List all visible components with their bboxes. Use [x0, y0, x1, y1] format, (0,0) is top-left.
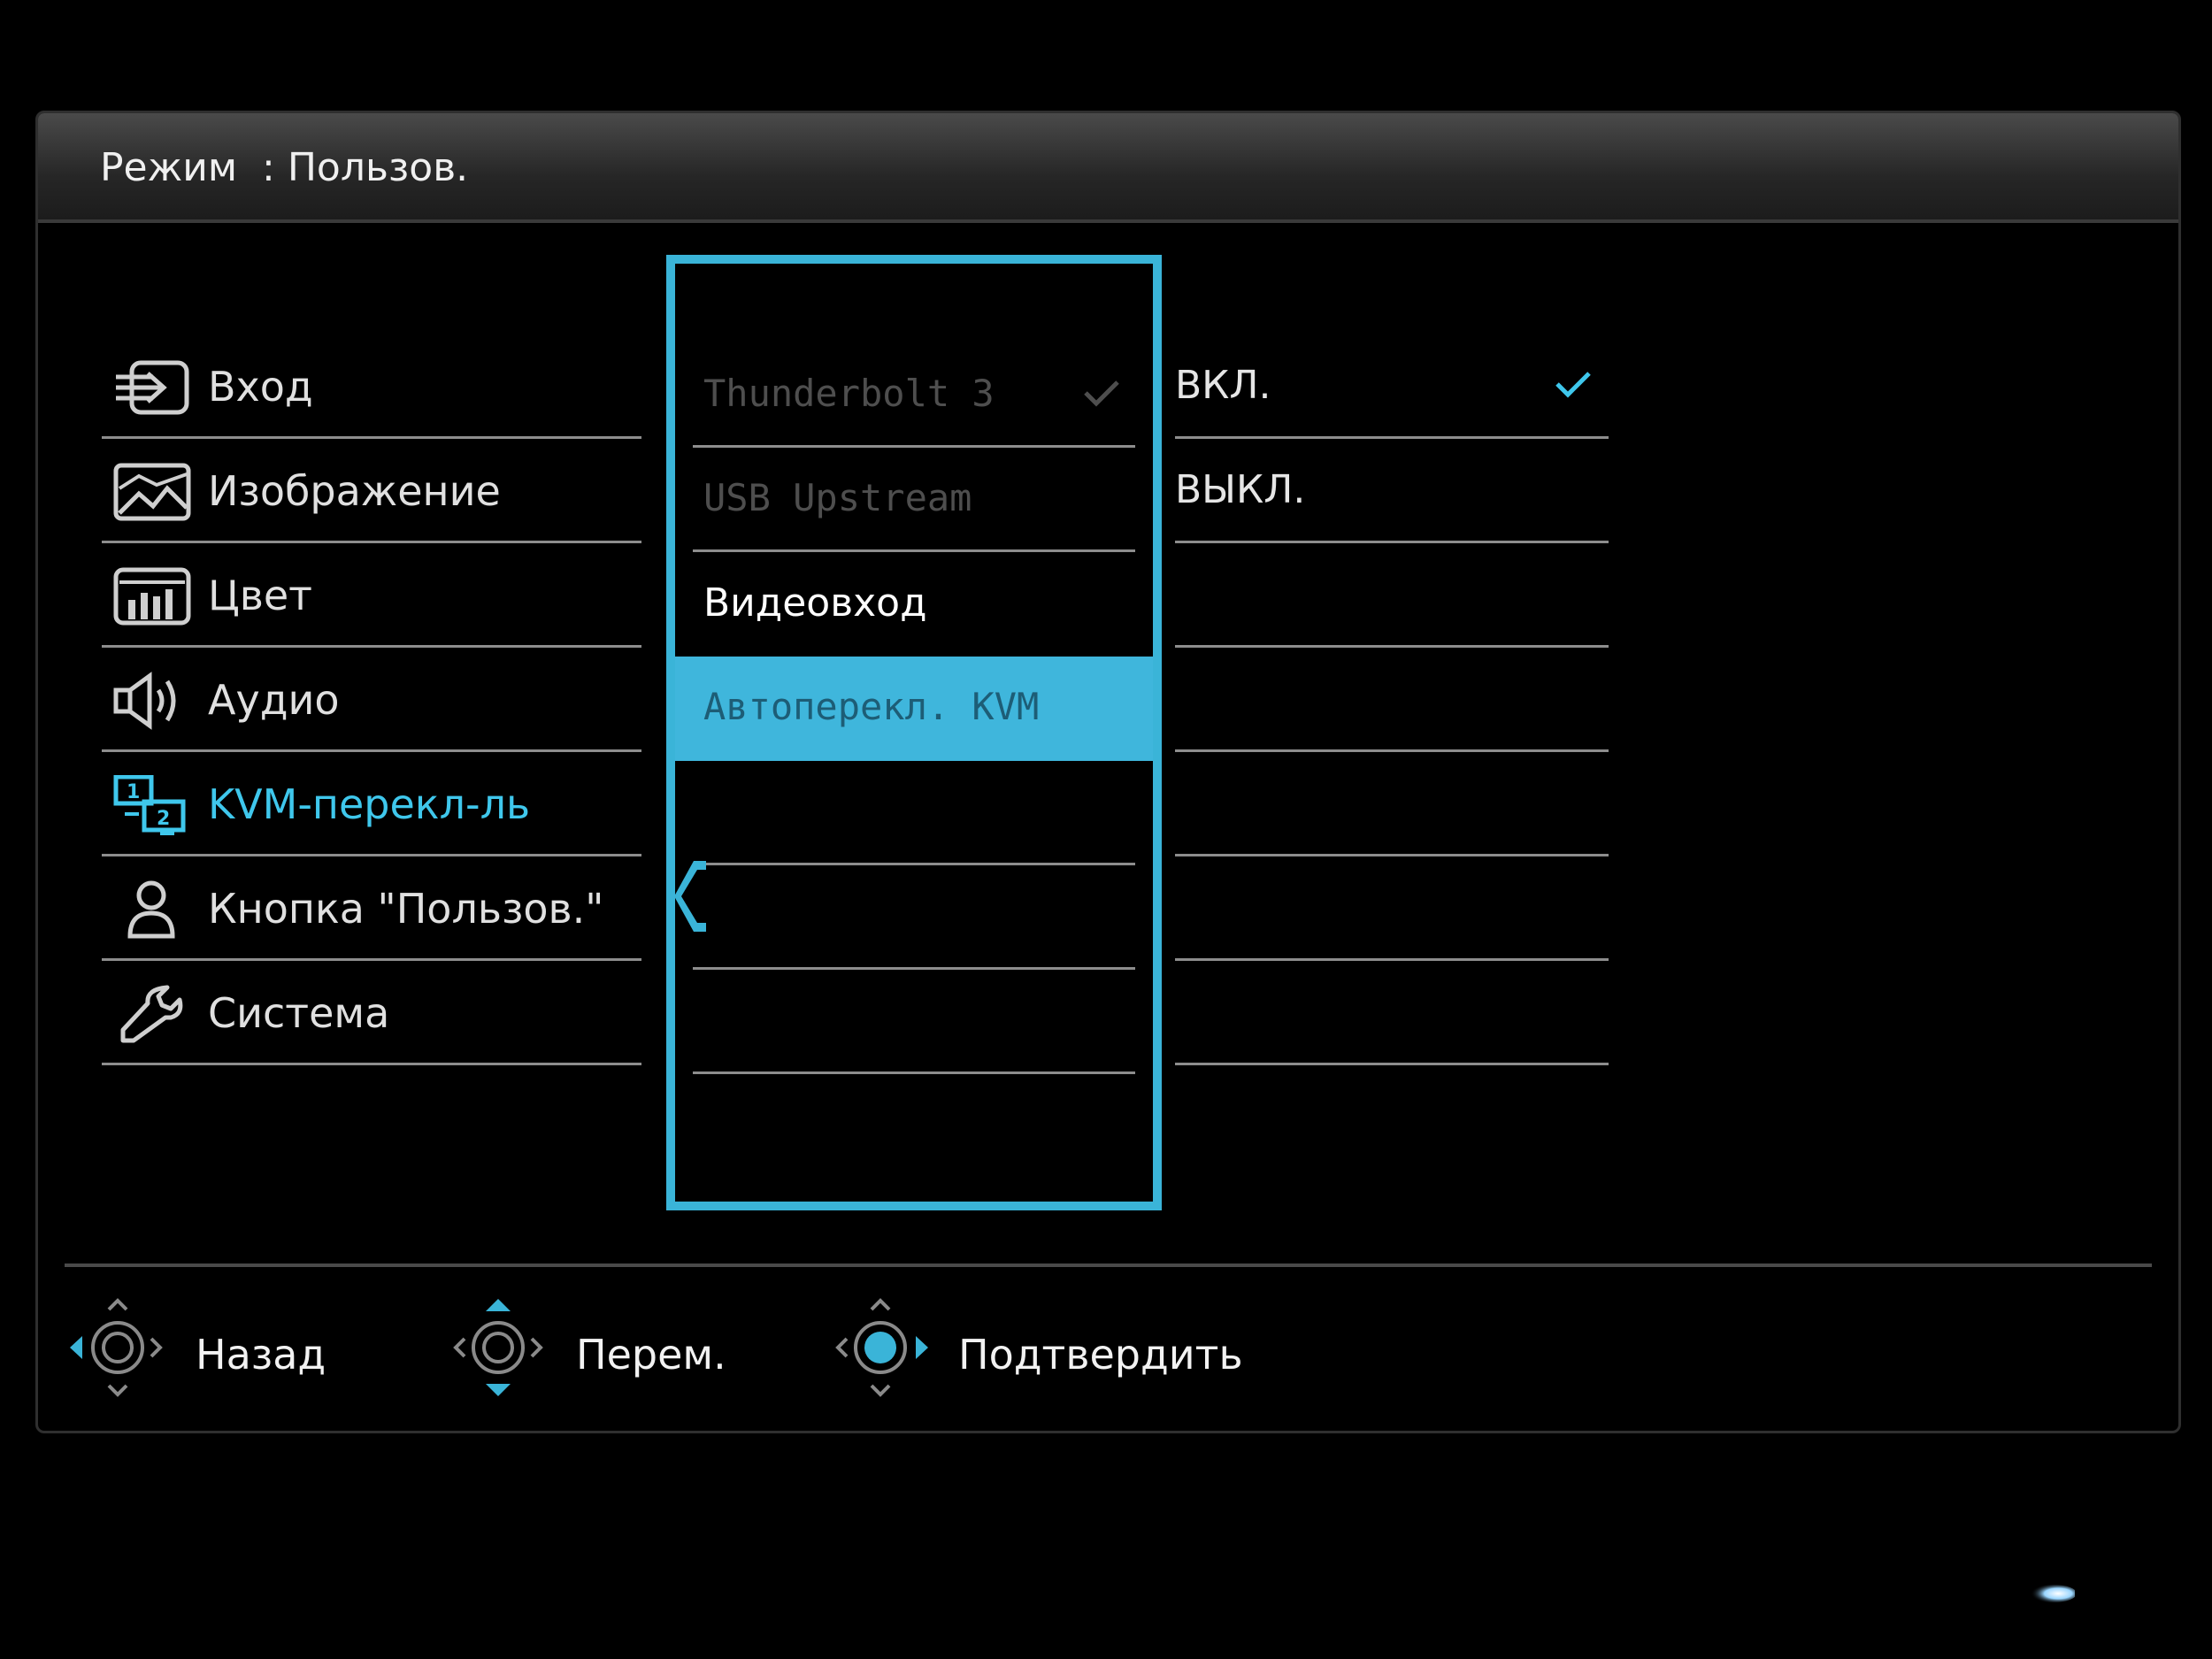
- options-list: ВКЛ. ВЫКЛ.: [1175, 334, 1609, 1065]
- submenu-item-video-input[interactable]: Видеовход: [693, 552, 1135, 657]
- menu-item-input[interactable]: Вход: [102, 334, 641, 439]
- svg-text:1: 1: [127, 781, 140, 803]
- menu-item-kvm-switch[interactable]: 1 2 KVM-перекл-ль: [102, 752, 641, 856]
- menu-item-label: Вход: [208, 363, 313, 411]
- submenu-list: Thunderbolt 3 USB Upstream Видеовход Авт…: [675, 343, 1153, 1074]
- option-empty: [1175, 856, 1609, 961]
- submenu-item-auto-kvm[interactable]: Автоперекл. KVM: [675, 657, 1153, 761]
- osd-menu: Режим : Пользов. Вход Изображение Цвет А…: [35, 111, 2181, 1433]
- mode-label: Режим: [100, 145, 238, 190]
- joystick-left-icon: [70, 1298, 163, 1397]
- menu-item-label: Система: [208, 989, 390, 1037]
- speaker-icon: [113, 672, 176, 730]
- user-icon: [127, 880, 175, 939]
- menu-item-picture[interactable]: Изображение: [102, 439, 641, 543]
- menu-item-system[interactable]: Система: [102, 961, 641, 1065]
- input-icon: [116, 360, 189, 415]
- mode-title: Режим : Пользов.: [100, 145, 468, 190]
- submenu-item-empty: [693, 761, 1135, 865]
- mode-separator: :: [262, 145, 275, 190]
- check-icon: [1555, 372, 1591, 398]
- mode-value: Пользов.: [287, 145, 469, 190]
- confirm-label: Подтвердить: [958, 1331, 1243, 1379]
- footer-divider: [65, 1263, 2152, 1267]
- color-icon: [113, 567, 191, 626]
- main-menu: Вход Изображение Цвет Аудио 1 2 KVM-пере…: [102, 334, 641, 1065]
- power-led-icon: [2031, 1585, 2075, 1602]
- option-label: ВЫКЛ.: [1175, 467, 1306, 512]
- submenu-item-label: Видеовход: [703, 580, 927, 626]
- option-empty: [1175, 961, 1609, 1065]
- menu-item-label: Аудио: [208, 676, 340, 724]
- back-label: Назад: [196, 1331, 326, 1379]
- menu-item-color[interactable]: Цвет: [102, 543, 641, 648]
- svg-text:2: 2: [157, 808, 170, 830]
- move-label: Перем.: [576, 1331, 726, 1379]
- menu-item-label: KVM-перекл-ль: [208, 780, 531, 828]
- joystick-press-icon: [835, 1298, 928, 1397]
- submenu-item-empty: [693, 865, 1135, 970]
- menu-item-label: Цвет: [208, 572, 312, 619]
- submenu-item-label: Thunderbolt 3: [703, 372, 995, 415]
- option-empty: [1175, 648, 1609, 752]
- picture-icon: [113, 463, 191, 521]
- submenu-item-empty: [693, 970, 1135, 1074]
- submenu-item-label: USB Upstream: [703, 476, 972, 519]
- check-icon: [1084, 380, 1119, 407]
- option-empty: [1175, 543, 1609, 648]
- submenu-item-label: Автоперекл. KVM: [703, 685, 1040, 728]
- osd-header: Режим : Пользов.: [38, 113, 2178, 223]
- kvm-switch-icon: 1 2: [113, 775, 186, 835]
- submenu-item-thunderbolt[interactable]: Thunderbolt 3: [693, 343, 1135, 448]
- submenu-item-usb-upstream[interactable]: USB Upstream: [693, 448, 1135, 552]
- wrench-icon: [120, 985, 183, 1043]
- menu-item-label: Изображение: [208, 467, 501, 515]
- option-on[interactable]: ВКЛ.: [1175, 334, 1609, 439]
- option-empty: [1175, 752, 1609, 856]
- submenu-panel: Thunderbolt 3 USB Upstream Видеовход Авт…: [666, 255, 1162, 1210]
- menu-item-audio[interactable]: Аудио: [102, 648, 641, 752]
- option-off[interactable]: ВЫКЛ.: [1175, 439, 1609, 543]
- joystick-updown-icon: [453, 1299, 543, 1396]
- option-label: ВКЛ.: [1175, 363, 1271, 408]
- selection-pointer-icon: [674, 861, 706, 932]
- menu-item-label: Кнопка "Пользов.": [208, 885, 604, 933]
- menu-item-custom-key[interactable]: Кнопка "Пользов.": [102, 856, 641, 961]
